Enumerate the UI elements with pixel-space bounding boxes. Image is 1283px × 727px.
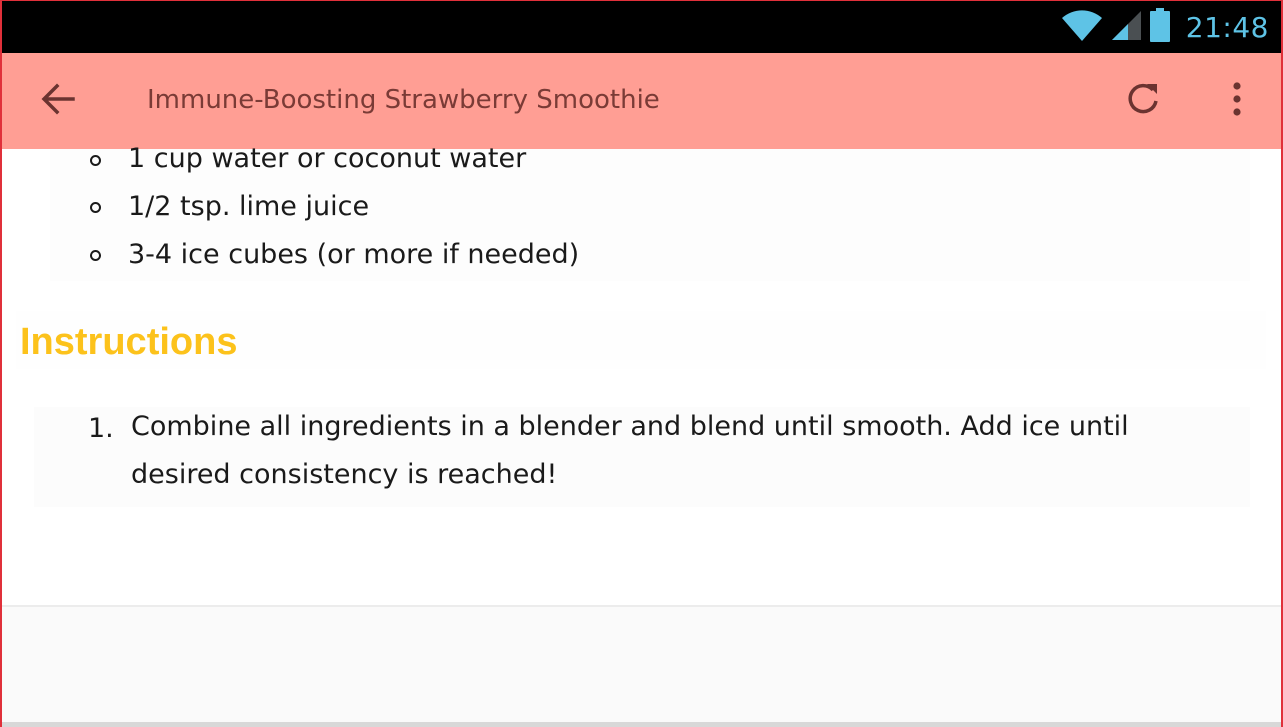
wifi-icon bbox=[1060, 8, 1104, 47]
list-bullet bbox=[90, 250, 101, 261]
refresh-icon bbox=[1125, 81, 1161, 122]
refresh-button[interactable] bbox=[1119, 77, 1167, 125]
footer-area bbox=[2, 607, 1281, 722]
step-text: Combine all ingredients in a blender and… bbox=[131, 411, 1129, 490]
app-screen: 21:48 Immune-Boosting Strawberry Smoothi… bbox=[0, 0, 1283, 727]
status-bar: 21:48 bbox=[2, 1, 1281, 53]
app-bar: Immune-Boosting Strawberry Smoothie bbox=[2, 53, 1281, 149]
instructions-heading: Instructions bbox=[20, 321, 238, 363]
status-icons: 21:48 bbox=[1060, 7, 1269, 47]
ingredient-item: 1/2 tsp. lime juice bbox=[128, 191, 370, 222]
overflow-menu-button[interactable] bbox=[1217, 77, 1257, 125]
battery-icon bbox=[1148, 7, 1172, 48]
signal-icon bbox=[1110, 9, 1142, 46]
recipe-content: 1 cup water or coconut water 1/2 tsp. li… bbox=[2, 143, 1281, 605]
arrow-back-icon bbox=[40, 81, 76, 122]
ingredient-item: 1 cup water or coconut water bbox=[128, 143, 527, 174]
page-title: Immune-Boosting Strawberry Smoothie bbox=[147, 85, 660, 115]
list-bullet bbox=[90, 202, 101, 213]
list-bullet bbox=[90, 155, 101, 166]
more-vert-icon bbox=[1232, 81, 1242, 121]
back-button[interactable] bbox=[34, 77, 82, 125]
step-number: 1. bbox=[88, 413, 114, 444]
bottom-edge bbox=[2, 722, 1281, 727]
status-time: 21:48 bbox=[1185, 10, 1269, 44]
ingredient-item: 3-4 ice cubes (or more if needed) bbox=[128, 239, 580, 270]
